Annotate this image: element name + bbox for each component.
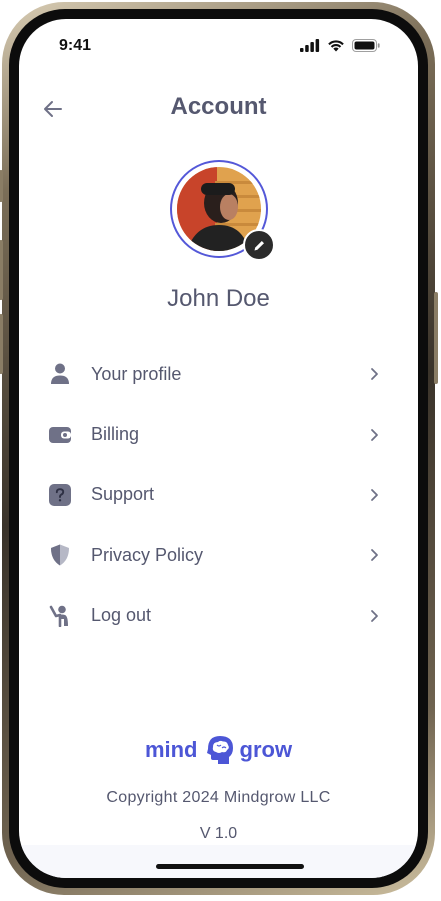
signal-icon <box>300 39 320 52</box>
logout-icon <box>49 605 71 627</box>
mute-switch <box>0 170 3 202</box>
brain-head-icon <box>206 736 233 764</box>
chevron-right-icon <box>371 609 378 622</box>
avatar-ring <box>170 160 275 261</box>
user-name: John Doe <box>167 285 270 312</box>
avatar-container <box>170 160 275 261</box>
mindgrow-logo: mind grow <box>19 733 418 767</box>
bottom-safe-area <box>19 845 418 878</box>
screen: 9:41 Account John Doe Your profile Billi… <box>19 19 418 878</box>
page-title: Account <box>170 93 267 120</box>
wifi-icon <box>328 40 344 52</box>
home-indicator[interactable] <box>156 864 304 869</box>
menu-item-billing[interactable]: Billing <box>41 404 386 464</box>
menu-item-label: Privacy Policy <box>91 544 204 565</box>
person-icon <box>49 363 71 385</box>
question-icon <box>49 483 71 506</box>
volume-down-button <box>0 314 3 374</box>
menu-item-label: Billing <box>91 424 140 445</box>
menu-item-label: Log out <box>91 605 152 626</box>
battery-icon <box>352 39 380 52</box>
volume-up-button <box>0 240 3 300</box>
chevron-right-icon <box>371 428 378 441</box>
edit-avatar-button[interactable] <box>243 229 275 261</box>
menu-item-your-profile[interactable]: Your profile <box>41 344 386 404</box>
status-time: 9:41 <box>59 37 92 54</box>
account-menu: Your profile Billing Support Privacy Pol… <box>41 344 386 646</box>
power-button <box>434 292 438 384</box>
chevron-right-icon <box>371 489 378 501</box>
logo-text-left: mind <box>144 737 198 762</box>
menu-item-support[interactable]: Support <box>41 465 386 525</box>
chevron-right-icon <box>371 549 378 562</box>
phone-bezel: 9:41 Account John Doe Your profile Billi… <box>9 9 428 888</box>
menu-item-privacy-policy[interactable]: Privacy Policy <box>41 525 386 585</box>
logo-text-right: grow <box>239 737 293 762</box>
status-icons <box>300 39 380 52</box>
chevron-right-icon <box>371 368 378 381</box>
menu-item-label: Your profile <box>91 363 182 384</box>
pencil-icon <box>254 240 264 250</box>
version-text: V 1.0 <box>199 825 238 842</box>
copyright-text: Copyright 2024 Mindgrow LLC <box>106 789 331 806</box>
menu-item-label: Support <box>91 484 155 505</box>
wallet-icon <box>49 424 71 446</box>
menu-item-log-out[interactable]: Log out <box>41 586 386 646</box>
phone-frame: 9:41 Account John Doe Your profile Billi… <box>0 2 438 895</box>
shield-icon <box>49 544 71 566</box>
